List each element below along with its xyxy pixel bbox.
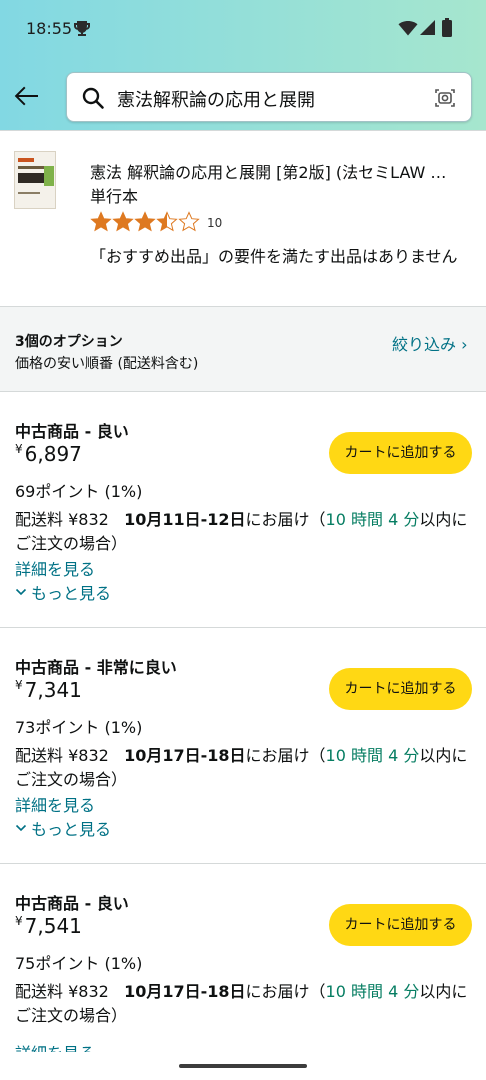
battery-icon (442, 18, 452, 37)
product-title[interactable]: 憲法 解釈論の応用と展開 [第2版] (法セミLAW … (90, 159, 474, 183)
offer-item: 中古商品 - 良い ¥7,541 カートに追加する 75ポイント (1%) 配送… (0, 864, 486, 1052)
back-arrow-icon[interactable] (10, 80, 42, 112)
options-count: 3個のオプション (15, 334, 123, 350)
add-to-cart-button[interactable]: カートに追加する (329, 904, 472, 946)
add-to-cart-button[interactable]: カートに追加する (329, 432, 472, 474)
offer-price: ¥6,897 (15, 442, 82, 466)
offer-item: 中古商品 - 良い ¥6,897 カートに追加する 69ポイント (1%) 配送… (0, 392, 486, 628)
product-thumbnail[interactable] (14, 151, 56, 209)
wifi-icon (398, 21, 418, 36)
offer-shipping: 配送料 ¥832 10月11日-12日にお届け（10 時間 4 分以内にご注文の… (15, 510, 468, 553)
star-icon (178, 211, 200, 232)
show-more-link[interactable]: もっと見る (15, 580, 111, 604)
offer-points: 73ポイント (1%) (15, 718, 143, 737)
star-icon (112, 211, 134, 232)
filter-link[interactable]: 絞り込み › (392, 331, 468, 355)
details-link[interactable]: 詳細を見る (15, 792, 95, 816)
details-link[interactable]: 詳細を見る (15, 1040, 95, 1052)
product-format: 単行本 (90, 187, 139, 206)
home-gesture-handle[interactable] (179, 1064, 307, 1068)
chevron-down-icon (15, 824, 27, 832)
sort-order-label: 価格の安い順番 (配送料含む) (15, 356, 199, 372)
cell-signal-icon (420, 20, 435, 35)
add-to-cart-button[interactable]: カートに追加する (329, 668, 472, 710)
trophy-icon (74, 21, 90, 36)
system-nav-bar (0, 1052, 486, 1080)
no-recommended-notice: 「おすすめ出品」の要件を満たす出品はありません (90, 247, 458, 266)
details-link[interactable]: 詳細を見る (15, 556, 95, 580)
product-summary[interactable]: 憲法 解釈論の応用と展開 [第2版] (法セミLAW … 単行本 10 「おすす… (0, 130, 486, 306)
search-icon (82, 87, 104, 109)
status-time: 18:55 (26, 19, 73, 38)
offer-price: ¥7,541 (15, 914, 82, 938)
star-icon (90, 211, 112, 232)
top-bar: 18:55 憲法解釈論の応用と展開 (0, 0, 486, 130)
offer-price: ¥7,341 (15, 678, 82, 702)
search-query[interactable]: 憲法解釈論の応用と展開 (117, 86, 417, 112)
star-rating (90, 211, 200, 233)
offer-shipping: 配送料 ¥832 10月17日-18日にお届け（10 時間 4 分以内にご注文の… (15, 746, 468, 789)
offer-item: 中古商品 - 非常に良い ¥7,341 カートに追加する 73ポイント (1%)… (0, 628, 486, 864)
offer-condition: 中古商品 - 非常に良い (15, 658, 177, 677)
offer-condition: 中古商品 - 良い (15, 894, 129, 913)
offer-points: 69ポイント (1%) (15, 482, 143, 501)
offer-shipping: 配送料 ¥832 10月17日-18日にお届け（10 時間 4 分以内にご注文の… (15, 982, 468, 1025)
offer-points: 75ポイント (1%) (15, 954, 143, 973)
status-bar: 18:55 (0, 0, 486, 58)
camera-icon[interactable] (433, 86, 457, 110)
show-more-link[interactable]: もっと見る (15, 816, 111, 840)
chevron-down-icon (15, 588, 27, 596)
options-bar: 3個のオプション 価格の安い順番 (配送料含む) 絞り込み › (0, 306, 486, 392)
star-icon (156, 211, 178, 232)
search-input[interactable]: 憲法解釈論の応用と展開 (66, 72, 472, 122)
rating-count[interactable]: 10 (207, 216, 222, 230)
star-icon (134, 211, 156, 232)
offer-condition: 中古商品 - 良い (15, 422, 129, 441)
